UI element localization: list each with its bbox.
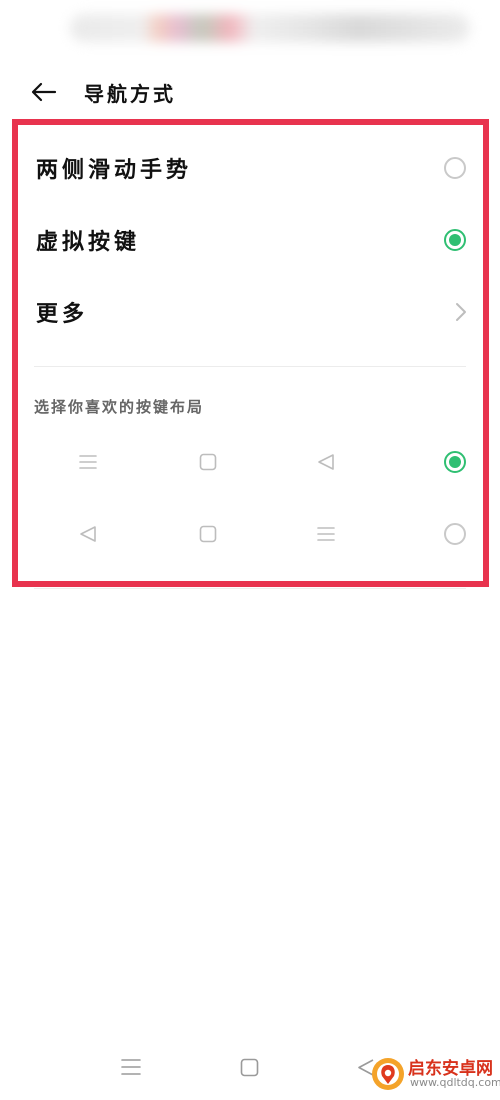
- option-label: 更多: [36, 302, 89, 327]
- radio-unselected-icon[interactable]: [444, 157, 466, 179]
- chevron-right-icon: [456, 303, 466, 321]
- menu-key-icon: [79, 455, 97, 469]
- back-key-icon: [318, 454, 334, 470]
- page-title: 导航方式: [84, 82, 176, 106]
- watermark: 启东安卓网 www.qdltdq.com: [370, 1052, 500, 1096]
- option-label: 两侧滑动手势: [36, 158, 193, 183]
- status-bar-blurred-content: [70, 14, 470, 42]
- radio-unselected-icon[interactable]: [444, 523, 466, 545]
- layout-option-2[interactable]: [18, 504, 484, 564]
- layout-option-1[interactable]: [18, 432, 484, 492]
- home-key-icon[interactable]: [240, 1058, 259, 1077]
- section-title-key-layout: 选择你喜欢的按键布局: [34, 398, 205, 416]
- watermark-url: www.qdltdq.com: [410, 1076, 500, 1089]
- option-swipe-gesture[interactable]: 两侧滑动手势: [18, 132, 484, 204]
- radio-selected-icon[interactable]: [444, 451, 466, 473]
- option-virtual-keys[interactable]: 虚拟按键: [18, 204, 484, 276]
- back-button[interactable]: [26, 74, 62, 110]
- back-key-icon: [80, 526, 96, 542]
- menu-key-icon: [317, 527, 335, 541]
- watermark-logo-icon: [372, 1058, 404, 1090]
- option-more[interactable]: 更多: [18, 276, 484, 348]
- radio-selected-icon[interactable]: [444, 229, 466, 251]
- back-arrow-icon: [31, 82, 57, 102]
- home-key-icon: [199, 525, 217, 543]
- home-key-icon: [199, 453, 217, 471]
- menu-key-icon[interactable]: [121, 1058, 141, 1076]
- status-bar: [0, 0, 500, 56]
- divider: [34, 366, 466, 367]
- option-label: 虚拟按键: [36, 230, 141, 255]
- divider: [34, 588, 466, 589]
- header: 导航方式: [0, 64, 500, 120]
